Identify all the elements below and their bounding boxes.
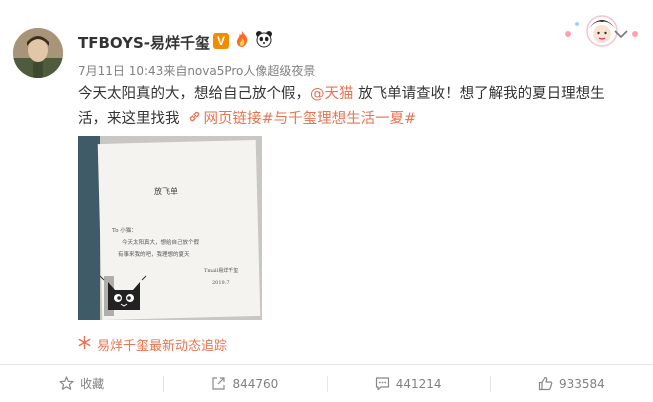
card-decoration xyxy=(558,12,648,48)
post-username[interactable]: TFBOYS-易烊千玺 xyxy=(78,32,210,53)
note-sign: Tmall易烊千玺 xyxy=(204,267,238,274)
note-line3: 有事来我的吧，我理想的夏天 xyxy=(118,250,190,258)
repost-button[interactable]: 844760 xyxy=(163,365,326,402)
user-avatar[interactable] xyxy=(13,28,63,78)
chevron-down-icon[interactable] xyxy=(614,24,628,39)
share-box-icon xyxy=(211,376,226,391)
panda-icon xyxy=(255,30,273,52)
post-source: 来自nova5Pro人像超级夜景 xyxy=(163,64,316,78)
mention-link[interactable]: @天猫 xyxy=(310,86,354,102)
verified-v-badge-icon[interactable]: V xyxy=(213,33,229,49)
favorite-label: 收藏 xyxy=(80,377,105,391)
like-count: 933584 xyxy=(558,376,605,391)
user-badges: V xyxy=(213,30,273,52)
tracker-link[interactable]: 易烊千玺最新动态追踪 xyxy=(78,335,227,354)
thumbs-up-icon xyxy=(538,376,553,391)
fire-icon xyxy=(233,30,251,52)
note-title: 放飞单 xyxy=(154,186,178,196)
like-button[interactable]: 933584 xyxy=(489,365,653,402)
post-timestamp[interactable]: 7月11日 10:43 xyxy=(78,64,163,78)
post-image[interactable]: 放飞单 To 小猫： 今天太阳真大，想给自己放个假 有事来我的吧，我理想的夏天 … xyxy=(78,136,262,320)
star-icon xyxy=(59,376,74,391)
note-line1: To 小猫： xyxy=(112,226,137,234)
favorite-button[interactable]: 收藏 xyxy=(0,365,163,402)
snowflake-icon xyxy=(78,335,91,353)
post-meta: 7月11日 10:43来自nova5Pro人像超级夜景 xyxy=(78,62,315,79)
post-text: 今天太阳真的大，想给自己放个假，@天猫 放飞单请查收！想了解我的夏日理想生活，来… xyxy=(78,82,633,132)
tracker-label: 易烊千玺最新动态追踪 xyxy=(97,339,228,354)
comment-icon xyxy=(375,376,390,391)
weibo-post-card: TFBOYS-易烊千玺 V 7月11日 10:43来自nova5Pro人像超级夜… xyxy=(0,0,653,402)
web-link[interactable]: 网页链接 xyxy=(204,111,262,127)
note-date: 2019.7 xyxy=(212,280,230,286)
action-bar: 收藏 844760 441214 933584 xyxy=(0,365,653,402)
link-icon xyxy=(188,107,202,132)
post-text-part1: 今天太阳真的大，想给自己放个假， xyxy=(78,86,310,102)
topic-hashtag[interactable]: #与千玺理想生活一夏# xyxy=(262,111,417,127)
note-line2: 今天太阳真大，想给自己放个假 xyxy=(122,238,200,246)
repost-count: 844760 xyxy=(232,376,279,391)
comment-button[interactable]: 441214 xyxy=(326,365,490,402)
comment-count: 441214 xyxy=(395,376,442,391)
